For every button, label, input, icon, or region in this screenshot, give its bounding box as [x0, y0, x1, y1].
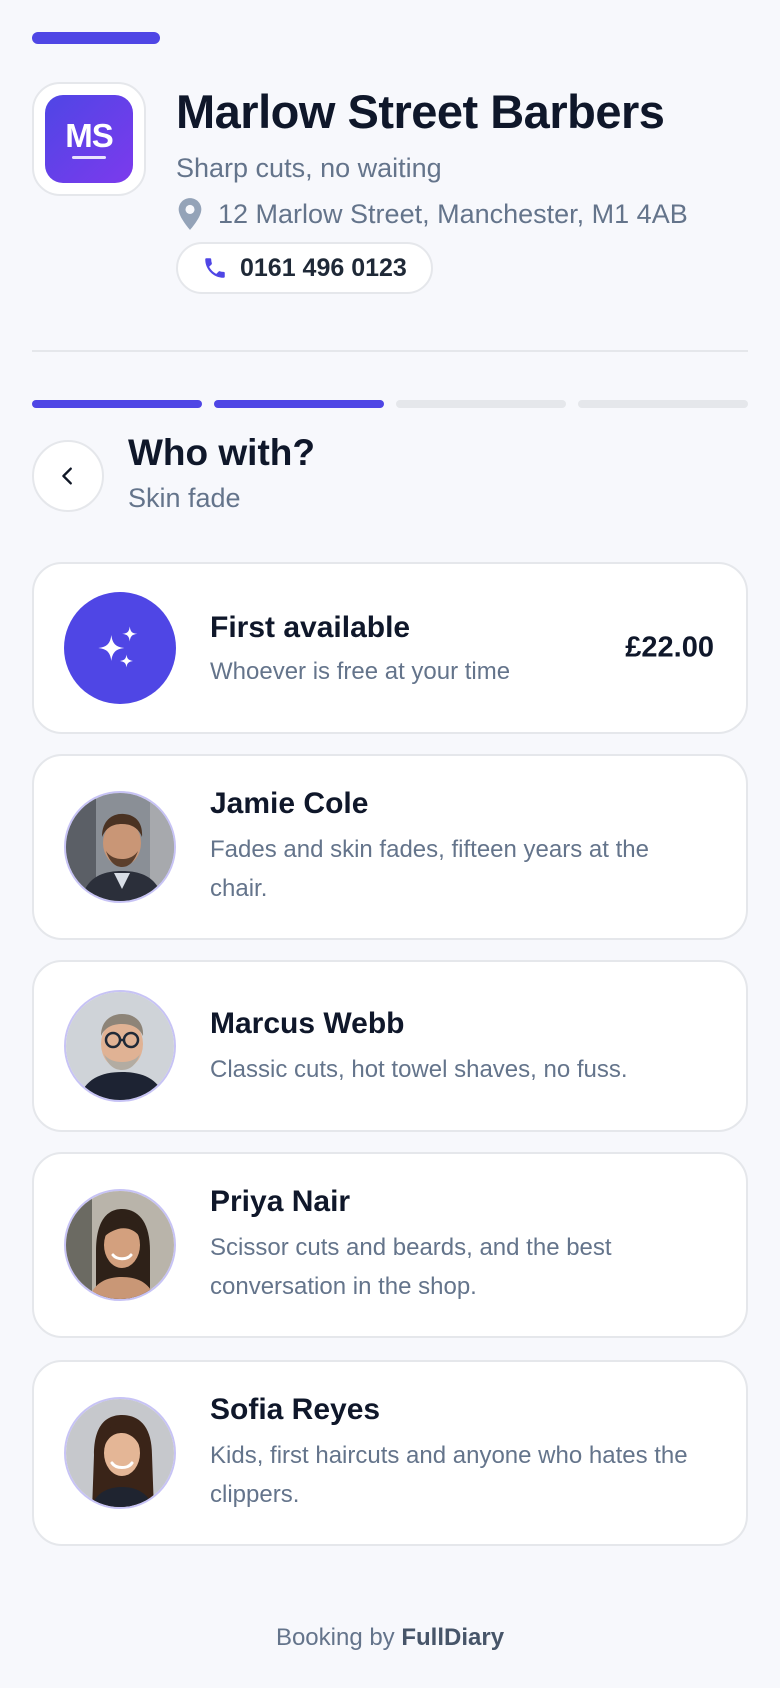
- footer-brand-link[interactable]: FullDiary: [401, 1624, 504, 1651]
- phone-number: 0161 496 0123: [240, 253, 407, 282]
- staff-info: Jamie Cole Fades and skin fades, fifteen…: [210, 784, 706, 908]
- staff-description: Scissor cuts and beards, and the best co…: [210, 1234, 612, 1300]
- staff-avatar: [64, 1189, 176, 1301]
- business-name: Marlow Street Barbers: [176, 85, 665, 138]
- chevron-left-icon: [62, 467, 72, 485]
- logo-underline: [72, 156, 106, 159]
- first-available-option[interactable]: First available Whoever is free at your …: [32, 562, 748, 734]
- progress-step-3: [396, 400, 566, 408]
- location-pin-icon: [178, 198, 202, 230]
- header-divider: [32, 350, 748, 352]
- footer-credit: Booking by FullDiary: [0, 1624, 780, 1652]
- staff-name: Priya Nair: [210, 1185, 351, 1218]
- first-available-info: First available Whoever is free at your …: [210, 608, 526, 691]
- staff-card-priya-nair[interactable]: Priya Nair Scissor cuts and beards, and …: [32, 1152, 748, 1338]
- call-phone-button[interactable]: 0161 496 0123: [176, 242, 433, 294]
- sparkles-icon: [98, 626, 138, 668]
- step-title: Who with?: [128, 432, 315, 473]
- logo-badge: MS: [45, 95, 133, 183]
- business-address: 12 Marlow Street, Manchester, M1 4AB: [176, 196, 748, 232]
- staff-card-sofia-reyes[interactable]: Sofia Reyes Kids, first haircuts and any…: [32, 1360, 748, 1546]
- option-name: First available: [210, 611, 411, 644]
- progress-step-1: [32, 400, 202, 408]
- staff-card-jamie-cole[interactable]: Jamie Cole Fades and skin fades, fifteen…: [32, 754, 748, 940]
- progress-step-2: [214, 400, 384, 408]
- logo-initials: MS: [65, 117, 113, 154]
- address-text: 12 Marlow Street, Manchester, M1 4AB: [218, 199, 688, 229]
- booking-page: MS Marlow Street Barbers Sharp cuts, no …: [0, 0, 780, 1688]
- business-logo: MS: [32, 82, 146, 196]
- step-subtitle: Skin fade: [128, 483, 241, 513]
- staff-description: Fades and skin fades, fifteen years at t…: [210, 836, 649, 902]
- staff-info: Priya Nair Scissor cuts and beards, and …: [210, 1182, 706, 1306]
- staff-avatar: [64, 1397, 176, 1509]
- step-header: Who with? Skin fade: [128, 430, 315, 516]
- staff-card-marcus-webb[interactable]: Marcus Webb Classic cuts, hot towel shav…: [32, 960, 748, 1132]
- business-details: Marlow Street Barbers Sharp cuts, no wai…: [176, 82, 748, 294]
- business-tagline: Sharp cuts, no waiting: [176, 153, 442, 183]
- staff-description: Classic cuts, hot towel shaves, no fuss.: [210, 1056, 628, 1083]
- back-button[interactable]: [32, 440, 104, 512]
- top-accent-bar: [32, 32, 160, 44]
- staff-avatar: [64, 791, 176, 903]
- staff-avatar: [64, 990, 176, 1102]
- staff-description: Kids, first haircuts and anyone who hate…: [210, 1442, 688, 1508]
- footer-prefix: Booking by: [275, 1624, 395, 1651]
- staff-info: Marcus Webb Classic cuts, hot towel shav…: [210, 1004, 706, 1089]
- staff-name: Jamie Cole: [210, 787, 369, 820]
- phone-icon: [205, 258, 225, 278]
- progress-step-4: [578, 400, 748, 408]
- staff-name: Marcus Webb: [210, 1007, 405, 1040]
- staff-info: Sofia Reyes Kids, first haircuts and any…: [210, 1390, 706, 1514]
- option-description: Whoever is free at your time: [210, 658, 511, 685]
- first-available-avatar: [64, 592, 176, 704]
- option-price: £22.00: [625, 631, 714, 664]
- staff-name: Sofia Reyes: [210, 1393, 381, 1426]
- progress-stepper: [32, 400, 748, 408]
